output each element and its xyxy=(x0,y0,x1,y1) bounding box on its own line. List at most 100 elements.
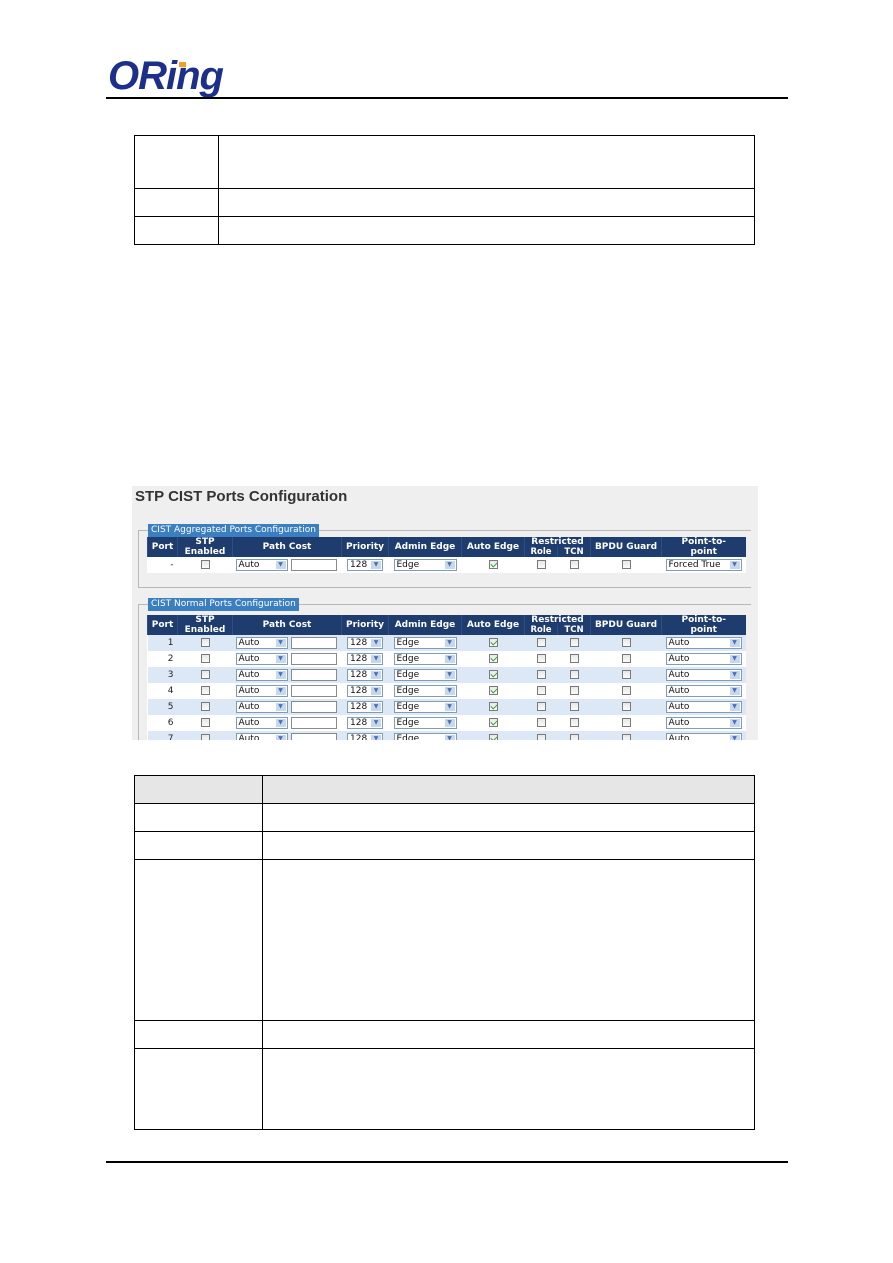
stp-enabled-checkbox[interactable] xyxy=(200,638,210,647)
restricted-tcn-checkbox[interactable] xyxy=(569,638,579,647)
restricted-role-checkbox[interactable] xyxy=(536,734,546,740)
stp-enabled-checkbox[interactable] xyxy=(200,718,210,727)
restricted-tcn-checkbox[interactable] xyxy=(569,560,579,569)
path-cost-input[interactable] xyxy=(290,637,337,649)
priority-select[interactable]: 128 ▼ xyxy=(347,717,383,729)
admin-edge-select[interactable]: Edge ▼ xyxy=(393,559,457,571)
stp-enabled-checkbox[interactable] xyxy=(200,670,210,679)
point-to-point-select[interactable]: Auto ▼ xyxy=(665,701,742,713)
path-cost-select[interactable]: Auto ▼ xyxy=(235,717,288,729)
point-to-point-select[interactable]: Auto ▼ xyxy=(665,669,742,681)
chevron-down-icon: ▼ xyxy=(444,561,455,569)
path-cost-input[interactable] xyxy=(290,733,337,740)
path-cost-select[interactable]: Auto ▼ xyxy=(235,637,288,649)
auto-edge-checkbox[interactable] xyxy=(488,638,498,647)
admin-edge-select[interactable]: Edge ▼ xyxy=(393,669,457,681)
restricted-role-checkbox[interactable] xyxy=(536,654,546,663)
auto-edge-checkbox[interactable] xyxy=(488,670,498,679)
table-cell-description xyxy=(262,1020,755,1049)
priority-select[interactable]: 128 ▼ xyxy=(347,559,383,571)
restricted-tcn-checkbox[interactable] xyxy=(569,702,579,711)
admin-edge-select[interactable]: Edge ▼ xyxy=(393,701,457,713)
auto-edge-checkbox[interactable] xyxy=(488,654,498,663)
stp-enabled-checkbox[interactable] xyxy=(200,686,210,695)
admin-edge-select[interactable]: Edge ▼ xyxy=(393,717,457,729)
stp-enabled-checkbox[interactable] xyxy=(200,654,210,663)
point-to-point-select[interactable]: Auto ▼ xyxy=(665,733,742,740)
priority-select[interactable]: 128 ▼ xyxy=(347,669,383,681)
point-to-point-select[interactable]: Auto ▼ xyxy=(665,637,742,649)
point-to-point-select[interactable]: Forced True ▼ xyxy=(665,559,742,571)
restricted-role-checkbox[interactable] xyxy=(536,638,546,647)
priority-select[interactable]: 128 ▼ xyxy=(347,637,383,649)
auto-edge-checkbox[interactable] xyxy=(488,734,498,740)
admin-edge-select[interactable]: Edge ▼ xyxy=(393,733,457,740)
restricted-tcn-checkbox[interactable] xyxy=(569,654,579,663)
restricted-tcn-checkbox[interactable] xyxy=(569,670,579,679)
point-to-point-select[interactable]: Auto ▼ xyxy=(665,685,742,697)
path-cost-input[interactable] xyxy=(290,717,337,729)
path-cost-select[interactable]: Auto ▼ xyxy=(235,669,288,681)
stp-enabled-checkbox[interactable] xyxy=(200,702,210,711)
point-to-point-select[interactable]: Auto ▼ xyxy=(665,653,742,665)
normal-ports-legend: CIST Normal Ports Configuration xyxy=(148,598,299,611)
bpdu-guard-checkbox[interactable] xyxy=(621,654,631,663)
chevron-down-icon: ▼ xyxy=(729,671,740,679)
col-restricted: Restricted xyxy=(524,615,591,625)
bpdu-guard-checkbox[interactable] xyxy=(621,686,631,695)
path-cost-value: Auto xyxy=(238,638,260,648)
bpdu-guard-checkbox[interactable] xyxy=(621,702,631,711)
port-row: 2 Auto ▼ 128 ▼ Edge ▼ Auto ▼ xyxy=(147,651,746,667)
path-cost-input[interactable] xyxy=(290,685,337,697)
chevron-down-icon: ▼ xyxy=(371,561,381,569)
table-row xyxy=(134,803,755,832)
admin-edge-select[interactable]: Edge ▼ xyxy=(393,653,457,665)
restricted-role-checkbox[interactable] xyxy=(536,686,546,695)
admin-edge-select[interactable]: Edge ▼ xyxy=(393,685,457,697)
chevron-down-icon: ▼ xyxy=(444,703,455,711)
auto-edge-checkbox[interactable] xyxy=(488,686,498,695)
path-cost-input[interactable] xyxy=(290,653,337,665)
col-p2p-line1: Point-to- xyxy=(681,537,727,547)
path-cost-input[interactable] xyxy=(290,669,337,681)
logo-text-ring: Ring xyxy=(138,54,224,98)
admin-edge-select[interactable]: Edge ▼ xyxy=(393,637,457,649)
restricted-role-checkbox[interactable] xyxy=(536,670,546,679)
point-to-point-select[interactable]: Auto ▼ xyxy=(665,717,742,729)
priority-value: 128 xyxy=(350,670,368,680)
path-cost-input[interactable] xyxy=(290,701,337,713)
bpdu-guard-checkbox[interactable] xyxy=(621,718,631,727)
restricted-role-checkbox[interactable] xyxy=(536,560,546,569)
path-cost-select[interactable]: Auto ▼ xyxy=(235,701,288,713)
restricted-tcn-checkbox[interactable] xyxy=(569,734,579,740)
bpdu-guard-checkbox[interactable] xyxy=(621,670,631,679)
col-p2p-line2: point xyxy=(690,625,717,635)
restricted-role-checkbox[interactable] xyxy=(536,718,546,727)
auto-edge-checkbox[interactable] xyxy=(488,702,498,711)
bpdu-guard-checkbox[interactable] xyxy=(621,734,631,740)
restricted-tcn-checkbox[interactable] xyxy=(569,718,579,727)
bpdu-guard-checkbox[interactable] xyxy=(621,638,631,647)
priority-select[interactable]: 128 ▼ xyxy=(347,653,383,665)
bpdu-guard-checkbox[interactable] xyxy=(621,560,631,569)
port-row: 3 Auto ▼ 128 ▼ Edge ▼ Auto ▼ xyxy=(147,667,746,683)
auto-edge-checkbox[interactable] xyxy=(488,560,498,569)
path-cost-input[interactable] xyxy=(290,559,337,571)
col-point-to-point: Point-to-point xyxy=(661,615,746,635)
restricted-role-checkbox[interactable] xyxy=(536,702,546,711)
path-cost-select[interactable]: Auto ▼ xyxy=(235,685,288,697)
table-row xyxy=(134,1020,755,1049)
stp-enabled-checkbox[interactable] xyxy=(200,560,210,569)
priority-select[interactable]: 128 ▼ xyxy=(347,685,383,697)
table-cell-description xyxy=(218,188,755,217)
priority-select[interactable]: 128 ▼ xyxy=(347,701,383,713)
path-cost-select[interactable]: Auto ▼ xyxy=(235,733,288,740)
restricted-tcn-checkbox[interactable] xyxy=(569,686,579,695)
path-cost-select[interactable]: Auto ▼ xyxy=(235,653,288,665)
priority-select[interactable]: 128 ▼ xyxy=(347,733,383,740)
chevron-down-icon: ▼ xyxy=(371,671,381,679)
path-cost-select[interactable]: Auto ▼ xyxy=(235,559,288,571)
stp-enabled-checkbox[interactable] xyxy=(200,734,210,740)
auto-edge-checkbox[interactable] xyxy=(488,718,498,727)
table-cell-label xyxy=(134,859,263,1021)
